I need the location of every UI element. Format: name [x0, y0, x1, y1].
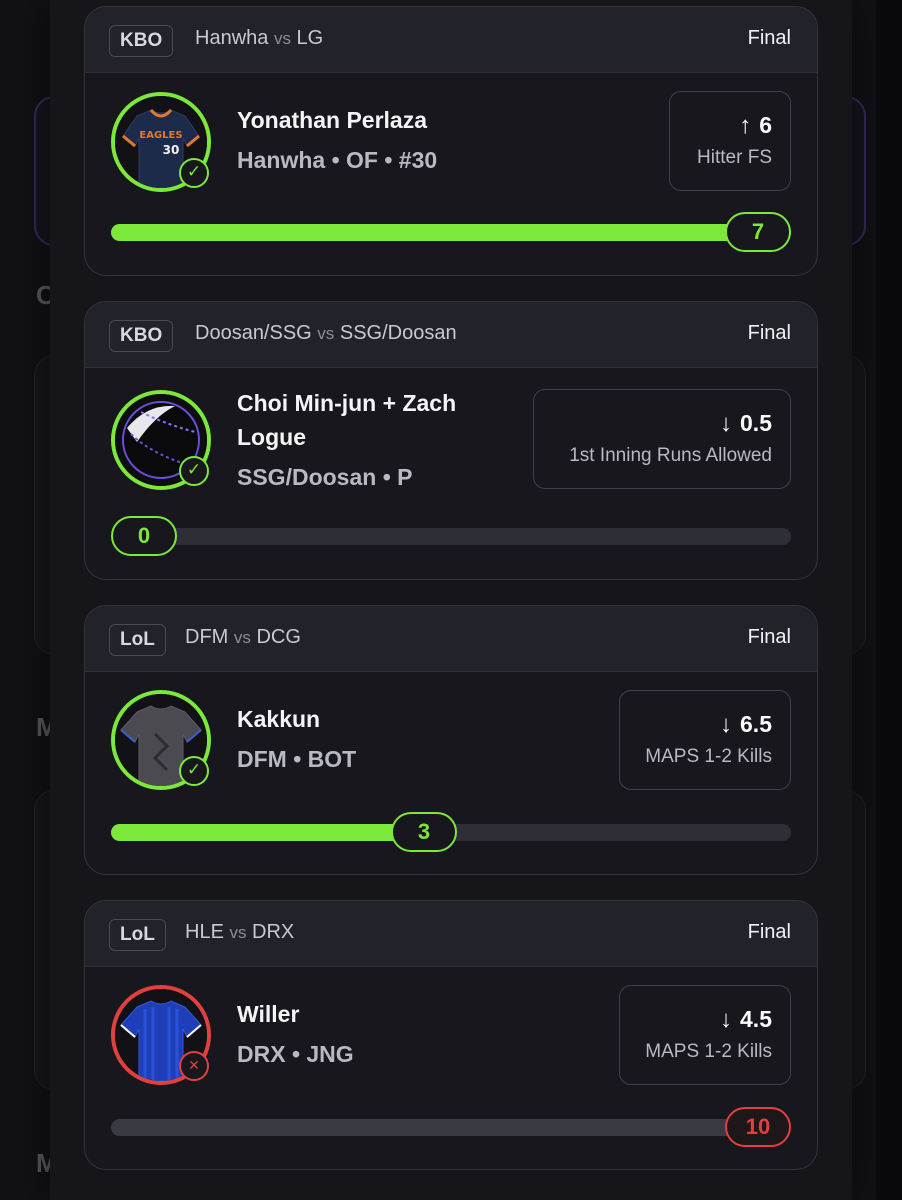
matchup: HLE vs DRX: [185, 921, 294, 944]
player-meta: Hanwha • OF • #30: [237, 147, 438, 173]
pick-card[interactable]: LoL DFM vs DCG Final ✓ Kakkun DFM • BOT …: [84, 605, 818, 875]
actual-result-pill: 3: [391, 812, 457, 852]
projection-line: ↓ 0.5: [552, 408, 772, 439]
game-status: Final: [747, 921, 791, 943]
game-status: Final: [747, 27, 791, 49]
svg-text:30: 30: [163, 143, 180, 157]
player-meta: DRX • JNG: [237, 1041, 354, 1067]
arrow-down-icon: ↓: [720, 711, 733, 738]
team-b: DCG: [256, 626, 301, 648]
stat-type: MAPS 1-2 Kills: [645, 746, 772, 767]
pick-card[interactable]: KBO Doosan/SSG vs SSG/Doosan Final ✓ Cho…: [84, 301, 818, 580]
team-a: DFM: [185, 626, 229, 648]
stat-type: Hitter FS: [697, 147, 772, 168]
progress-track: 10: [111, 1107, 791, 1147]
screen-edge: [876, 0, 902, 1200]
league-badge: KBO: [109, 320, 174, 352]
matchup: Hanwha vs LG: [195, 27, 323, 50]
player-name: Choi Min-jun + Zach Logue: [237, 390, 457, 450]
matchup: DFM vs DCG: [185, 626, 301, 649]
vs-label: vs: [317, 324, 335, 343]
projection-line: ↓ 4.5: [638, 1004, 772, 1035]
check-icon: ✓: [179, 756, 209, 786]
game-status: Final: [747, 322, 791, 344]
check-icon: ✓: [179, 158, 209, 188]
team-b: LG: [296, 27, 324, 49]
team-b: DRX: [252, 921, 295, 943]
team-a: Hanwha: [195, 27, 269, 49]
progress-track: 0: [111, 516, 791, 556]
team-b: SSG/Doosan: [339, 322, 457, 344]
projection-line: ↓ 6.5: [638, 709, 772, 740]
actual-result-pill: 7: [725, 212, 791, 252]
actual-result-pill: 10: [725, 1107, 791, 1147]
progress-fill: [111, 824, 424, 841]
team-a: Doosan/SSG: [195, 322, 312, 344]
line-value: 6: [759, 112, 772, 138]
card-header: LoL HLE vs DRX Final: [85, 901, 817, 967]
pick-card[interactable]: KBO Hanwha vs LG Final EAGLES 30 ✓ Yonat…: [84, 6, 818, 276]
x-icon: ✕: [179, 1051, 209, 1081]
player-name: Kakkun: [237, 706, 321, 732]
player-meta: DFM • BOT: [237, 746, 357, 772]
pick-card[interactable]: LoL HLE vs DRX Final ✕ Willer DRX • JNG …: [84, 900, 818, 1170]
card-header: LoL DFM vs DCG Final: [85, 606, 817, 672]
game-status: Final: [747, 626, 791, 648]
svg-text:EAGLES: EAGLES: [139, 130, 182, 141]
player-name: Willer: [237, 1001, 300, 1027]
player-name: Yonathan Perlaza: [237, 107, 428, 133]
progress-fill: [111, 224, 791, 241]
projection-box: ↓ 4.5 MAPS 1-2 Kills: [619, 985, 791, 1085]
player-meta: SSG/Doosan • P: [237, 464, 413, 490]
stat-type: MAPS 1-2 Kills: [645, 1041, 772, 1062]
progress-track: 7: [111, 212, 791, 252]
league-badge: LoL: [109, 919, 166, 951]
projection-line: ↑ 6: [688, 110, 772, 141]
stat-type: 1st Inning Runs Allowed: [569, 445, 772, 466]
team-a: HLE: [185, 921, 224, 943]
projection-box: ↓ 6.5 MAPS 1-2 Kills: [619, 690, 791, 790]
vs-label: vs: [233, 628, 251, 647]
line-value: 4.5: [740, 1006, 772, 1032]
vs-label: vs: [273, 29, 291, 48]
vs-label: vs: [229, 923, 247, 942]
card-header: KBO Doosan/SSG vs SSG/Doosan Final: [85, 302, 817, 368]
progress-track: 3: [111, 812, 791, 852]
league-badge: LoL: [109, 624, 166, 656]
line-value: 6.5: [740, 711, 772, 737]
league-badge: KBO: [109, 25, 174, 57]
arrow-down-icon: ↓: [720, 410, 733, 437]
check-icon: ✓: [179, 456, 209, 486]
matchup: Doosan/SSG vs SSG/Doosan: [195, 322, 457, 345]
actual-result-pill: 0: [111, 516, 177, 556]
arrow-down-icon: ↓: [720, 1006, 733, 1033]
arrow-up-icon: ↑: [739, 112, 752, 139]
projection-box: ↓ 0.5 1st Inning Runs Allowed: [533, 389, 791, 489]
projection-box: ↑ 6 Hitter FS: [669, 91, 791, 191]
line-value: 0.5: [740, 410, 772, 436]
card-header: KBO Hanwha vs LG Final: [85, 7, 817, 73]
